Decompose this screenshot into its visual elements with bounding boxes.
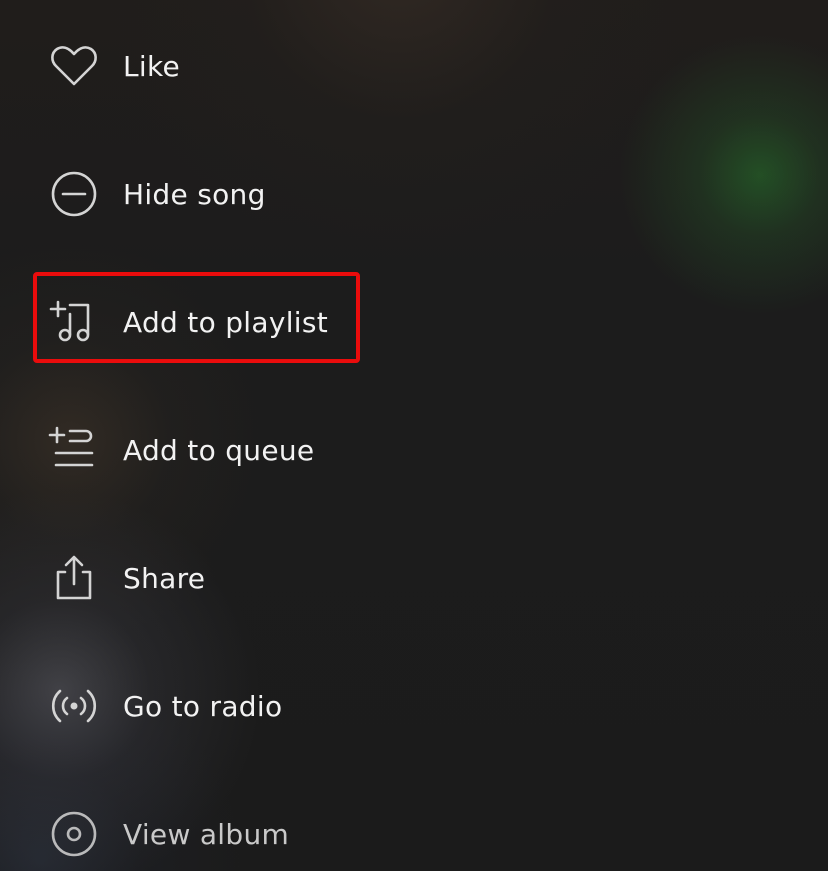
share-icon — [48, 552, 100, 604]
add-to-queue-icon — [48, 424, 100, 476]
menu-item-go-to-radio[interactable]: Go to radio — [0, 642, 828, 770]
menu-item-label: Like — [123, 49, 181, 83]
menu-item-hide-song[interactable]: Hide song — [0, 130, 828, 258]
album-icon — [48, 808, 100, 860]
menu-item-add-to-playlist[interactable]: Add to playlist — [0, 258, 828, 386]
heart-icon — [48, 40, 100, 92]
menu-item-label: Share — [123, 561, 206, 595]
menu-item-label: Add to queue — [123, 433, 315, 467]
song-context-menu: Like Hide song Add to playlist Add to qu… — [0, 0, 828, 871]
radio-icon — [48, 680, 100, 732]
minus-circle-icon — [48, 168, 100, 220]
menu-item-label: Add to playlist — [123, 305, 329, 339]
menu-item-label: Hide song — [123, 177, 266, 211]
menu-item-view-album[interactable]: View album — [0, 770, 828, 871]
menu-item-share[interactable]: Share — [0, 514, 828, 642]
menu-item-add-to-queue[interactable]: Add to queue — [0, 386, 828, 514]
menu-item-like[interactable]: Like — [0, 2, 828, 130]
menu-item-label: View album — [123, 817, 290, 851]
add-to-playlist-icon — [48, 296, 100, 348]
menu-item-label: Go to radio — [123, 689, 283, 723]
